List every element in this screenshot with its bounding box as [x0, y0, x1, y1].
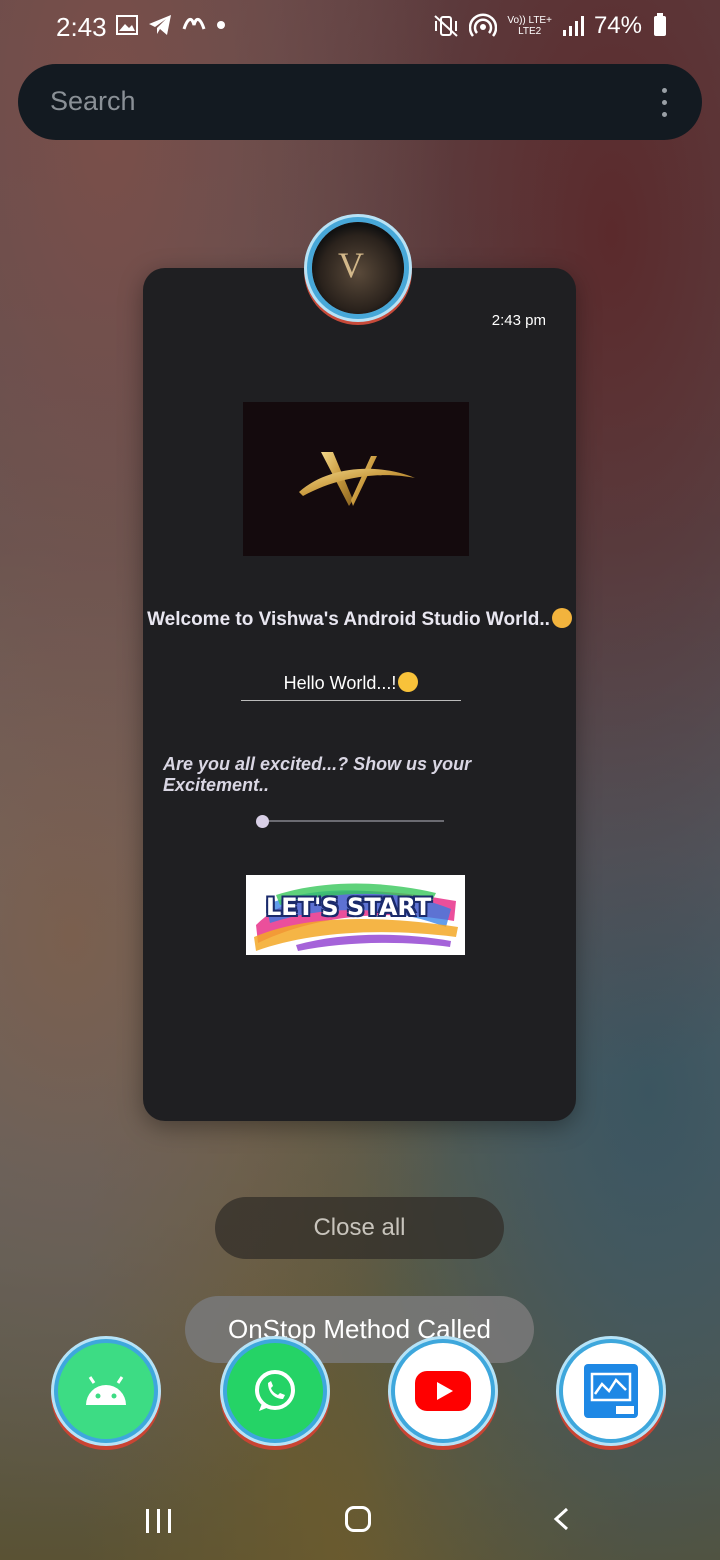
status-bar: 2:43 Vo)) LTE+ LTE2 74%	[0, 0, 720, 56]
network-label-top: Vo)) LTE+	[507, 15, 552, 26]
search-placeholder: Search	[50, 86, 136, 116]
gallery-icon	[116, 15, 138, 35]
excitement-slider[interactable]	[256, 813, 444, 829]
home-icon[interactable]	[345, 1506, 371, 1532]
hello-world-field[interactable]: Hello World...!	[241, 672, 461, 701]
app-logo-icon[interactable]: V	[312, 222, 404, 314]
navigation-bar	[0, 1480, 720, 1560]
hotspot-icon	[469, 13, 498, 37]
search-bar[interactable]: Search	[18, 64, 702, 140]
app-icon	[182, 18, 206, 30]
card-time: 2:43 pm	[491, 312, 546, 329]
v-logo-image	[243, 402, 469, 556]
app-logo-letter: V	[338, 245, 364, 285]
lets-start-image: LET'S START	[246, 875, 465, 955]
youtube-icon[interactable]	[395, 1343, 491, 1439]
recent-app-card[interactable]: 2:43 pm Welcome to Vishwa's Android Stud…	[143, 268, 576, 1121]
battery-percent: 74%	[593, 12, 642, 39]
notification-dot	[217, 21, 225, 29]
party-face-icon	[551, 608, 572, 628]
lets-start-text: LET'S START	[266, 893, 432, 921]
star-struck-icon	[398, 672, 419, 692]
recents-icon[interactable]	[146, 1509, 172, 1533]
status-time: 2:43	[56, 12, 107, 42]
excitement-text: Are you all excited...? Show us your Exc…	[163, 754, 472, 795]
slider-track	[262, 820, 444, 822]
toast-message: OnStop Method Called	[185, 1296, 534, 1363]
analytics-lite-icon[interactable]	[563, 1343, 659, 1439]
notification-icons	[116, 14, 226, 36]
signal-icon	[562, 16, 584, 36]
mute-vibrate-icon	[434, 15, 459, 37]
close-all-button[interactable]: Close all	[215, 1197, 504, 1259]
telegram-icon	[149, 15, 171, 35]
volte-lte-icon: Vo)) LTE+ LTE2	[507, 15, 552, 37]
more-vert-icon[interactable]	[662, 88, 668, 118]
android-studio-icon[interactable]	[58, 1343, 154, 1439]
slider-thumb[interactable]	[256, 815, 269, 828]
battery-icon	[654, 13, 666, 36]
network-label-bottom: LTE2	[518, 26, 542, 37]
whatsapp-icon[interactable]	[227, 1343, 323, 1439]
back-icon[interactable]	[552, 1507, 572, 1531]
welcome-text: Welcome to Vishwa's Android Studio World…	[143, 608, 576, 631]
status-right: Vo)) LTE+ LTE2 74%	[433, 12, 666, 40]
